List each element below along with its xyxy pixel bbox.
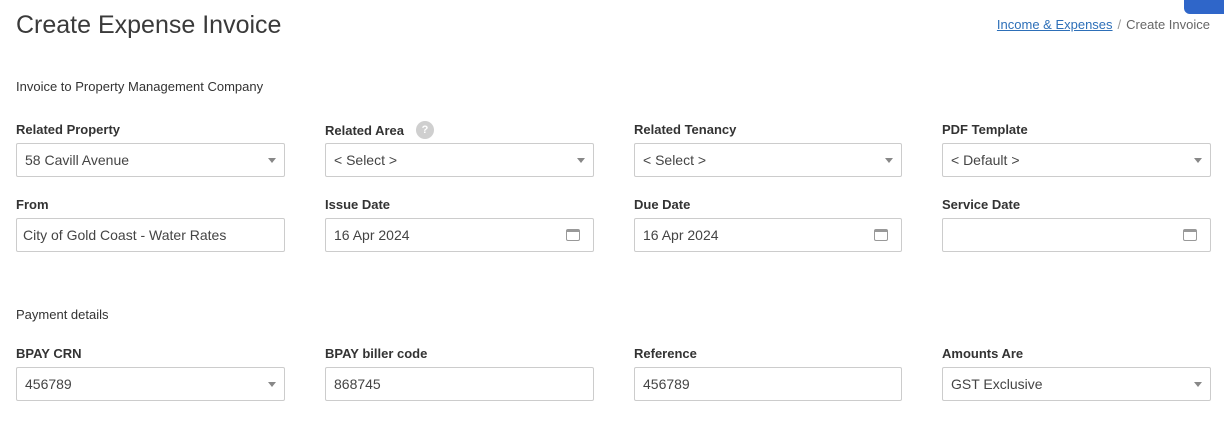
related-tenancy-label: Related Tenancy (634, 122, 736, 137)
chevron-down-icon (885, 158, 893, 163)
due-date-label: Due Date (634, 197, 690, 212)
related-tenancy-select[interactable]: < Select > (634, 143, 902, 177)
calendar-icon[interactable] (1183, 229, 1197, 241)
amounts-are-select[interactable]: GST Exclusive (942, 367, 1211, 401)
chevron-down-icon (1194, 382, 1202, 387)
reference-input[interactable]: 456789 (634, 367, 902, 401)
calendar-icon[interactable] (874, 229, 888, 241)
breadcrumb-link-income-expenses[interactable]: Income & Expenses (997, 17, 1113, 32)
related-area-label: Related Area ? (325, 121, 434, 139)
service-date-label: Service Date (942, 197, 1020, 212)
reference-value: 456789 (643, 376, 690, 392)
related-property-label: Related Property (16, 122, 120, 137)
due-date-value: 16 Apr 2024 (643, 227, 719, 243)
chevron-down-icon (1194, 158, 1202, 163)
from-label: From (16, 197, 49, 212)
issue-date-value: 16 Apr 2024 (334, 227, 410, 243)
related-property-select[interactable]: 58 Cavill Avenue (16, 143, 285, 177)
bpay-crn-select[interactable]: 456789 (16, 367, 285, 401)
bpay-crn-value: 456789 (25, 376, 72, 392)
calendar-icon[interactable] (566, 229, 580, 241)
from-value: City of Gold Coast - Water Rates (23, 227, 227, 243)
issue-date-label-text: Issue Date (325, 197, 391, 212)
chevron-down-icon (577, 158, 585, 163)
bpay-crn-label: BPAY CRN (16, 346, 82, 361)
service-date-input[interactable] (942, 218, 1211, 252)
section-invoice-to: Invoice to Property Management Company (16, 79, 264, 94)
related-area-select[interactable]: < Select > (325, 143, 594, 177)
bpay-biller-code-input[interactable]: 868745 (325, 367, 594, 401)
amounts-are-value: GST Exclusive (951, 376, 1043, 392)
due-date-input[interactable]: 16 Apr 2024 (634, 218, 902, 252)
related-tenancy-value: < Select > (643, 152, 707, 168)
related-area-label-text: Related Area (325, 122, 404, 138)
due-date-label-text: Due Date (634, 197, 691, 212)
pdf-template-label: PDF Template (942, 122, 1028, 137)
page-title: Create Expense Invoice (16, 11, 282, 39)
reference-label: Reference (634, 346, 697, 361)
bpay-biller-code-value: 868745 (334, 376, 381, 392)
amounts-are-label: Amounts Are (942, 346, 1023, 361)
breadcrumb-separator: / (1117, 17, 1122, 32)
section-payment-details: Payment details (16, 307, 109, 322)
from-input[interactable]: City of Gold Coast - Water Rates (16, 218, 285, 252)
pdf-template-select[interactable]: < Default > (942, 143, 1211, 177)
breadcrumb-current: Create Invoice (1126, 17, 1210, 32)
reference-label-text: Reference (634, 346, 697, 361)
issue-date-label: Issue Date (325, 197, 390, 212)
bpay-biller-code-label: BPAY biller code (325, 346, 427, 361)
related-tenancy-label-text: Related Tenancy (634, 122, 737, 137)
chevron-down-icon (268, 158, 276, 163)
breadcrumb: Income & Expenses / Create Invoice (997, 17, 1210, 32)
from-label-text: From (16, 197, 49, 212)
related-property-label-text: Related Property (16, 122, 121, 137)
related-property-value: 58 Cavill Avenue (25, 152, 130, 168)
service-date-label-text: Service Date (942, 197, 1021, 212)
issue-date-input[interactable]: 16 Apr 2024 (325, 218, 594, 252)
pdf-template-value: < Default > (951, 152, 1020, 168)
amounts-are-label-text: Amounts Are (942, 346, 1024, 361)
top-right-tab[interactable] (1184, 0, 1224, 14)
chevron-down-icon (268, 382, 276, 387)
bpay-biller-code-label-text: BPAY biller code (325, 346, 428, 361)
help-icon[interactable]: ? (416, 121, 434, 139)
bpay-crn-label-text: BPAY CRN (16, 346, 82, 361)
pdf-template-label-text: PDF Template (942, 122, 1028, 137)
related-area-value: < Select > (334, 152, 398, 168)
